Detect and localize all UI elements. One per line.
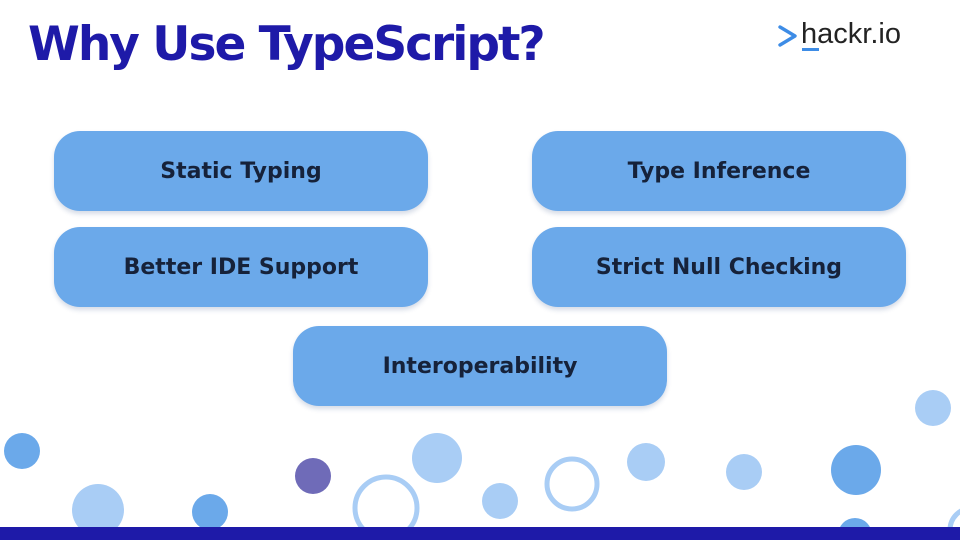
bubble-ring <box>544 456 600 512</box>
bubble <box>726 454 762 490</box>
bubble <box>412 433 462 483</box>
bubble <box>627 443 665 481</box>
bubble <box>482 483 518 519</box>
bubble <box>295 458 331 494</box>
bubble <box>192 494 228 530</box>
bubble <box>831 445 881 495</box>
bottom-bar <box>0 527 960 540</box>
bubble <box>4 433 40 469</box>
bubble <box>915 390 951 426</box>
decorative-bubbles <box>4 390 960 540</box>
